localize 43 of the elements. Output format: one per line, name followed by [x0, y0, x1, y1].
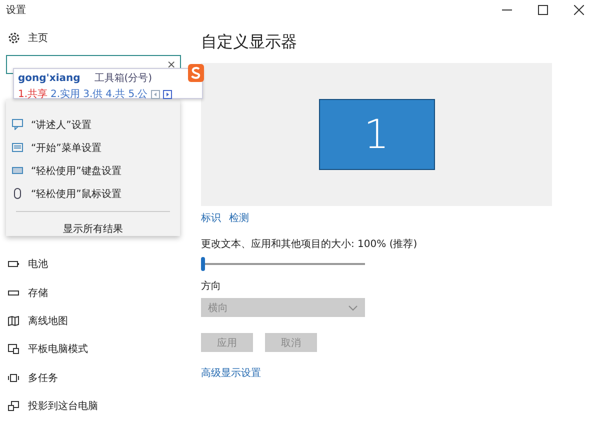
- tablet-icon: [8, 344, 19, 354]
- ime-candidate[interactable]: 3.供: [83, 87, 103, 101]
- ime-candidate[interactable]: 5.公: [128, 87, 148, 101]
- suggestion-item[interactable]: “轻松使用”键盘设置: [31, 164, 122, 178]
- pinyin-composition: gong'xiang: [18, 72, 80, 84]
- scale-label: 更改文本、应用和其他项目的大小: 100% (推荐): [201, 238, 418, 251]
- projector-icon: [8, 401, 19, 412]
- next-page-icon[interactable]: [162, 90, 172, 98]
- speech-icon: [12, 119, 23, 130]
- ime-candidate[interactable]: 2.实用: [50, 87, 80, 101]
- menu-window-icon: [12, 142, 23, 154]
- battery-icon: [8, 259, 19, 270]
- suggestion-item[interactable]: “讲述人”设置: [31, 118, 92, 132]
- ime-candidate[interactable]: 4.共: [106, 87, 126, 101]
- chevron-down-icon: [348, 304, 358, 310]
- sidebar-item[interactable]: 离线地图: [28, 314, 68, 328]
- sidebar-item[interactable]: 电池: [28, 257, 48, 272]
- map-icon: [8, 316, 19, 326]
- multitask-icon: [8, 372, 19, 383]
- monitor-tile[interactable]: 1: [318, 99, 434, 170]
- scale-slider[interactable]: [201, 257, 365, 271]
- sidebar-item[interactable]: 存储: [28, 286, 48, 300]
- gear-icon: [8, 32, 20, 44]
- keyboard-icon: [12, 165, 23, 176]
- display-link[interactable]: 检测: [229, 211, 249, 225]
- sidebar-item[interactable]: 多任务: [28, 370, 58, 385]
- drive-icon: [8, 288, 19, 298]
- toolbox-hint[interactable]: 工具箱(分号): [94, 71, 152, 85]
- suggestion-item[interactable]: “轻松使用”鼠标设置: [31, 186, 122, 201]
- ime-candidate[interactable]: 1.共享: [18, 87, 48, 101]
- orientation-label: 方向: [201, 280, 222, 293]
- mouse-icon: [12, 188, 23, 200]
- window-title: 设置: [6, 4, 26, 17]
- home-link[interactable]: 主页: [28, 31, 48, 45]
- sidebar-item[interactable]: 投影到这台电脑: [28, 399, 98, 414]
- display-link[interactable]: 标识: [201, 211, 221, 225]
- suggestion-item[interactable]: “开始”菜单设置: [31, 140, 102, 155]
- close-icon[interactable]: [574, 5, 584, 15]
- page-title: 自定义显示器: [201, 32, 298, 53]
- sidebar-item[interactable]: 平板电脑模式: [28, 342, 88, 356]
- maximize-icon[interactable]: [538, 5, 548, 15]
- show-all-results-link[interactable]: 显示所有结果: [63, 222, 123, 236]
- advanced-display-settings-link[interactable]: 高级显示设置: [201, 368, 261, 379]
